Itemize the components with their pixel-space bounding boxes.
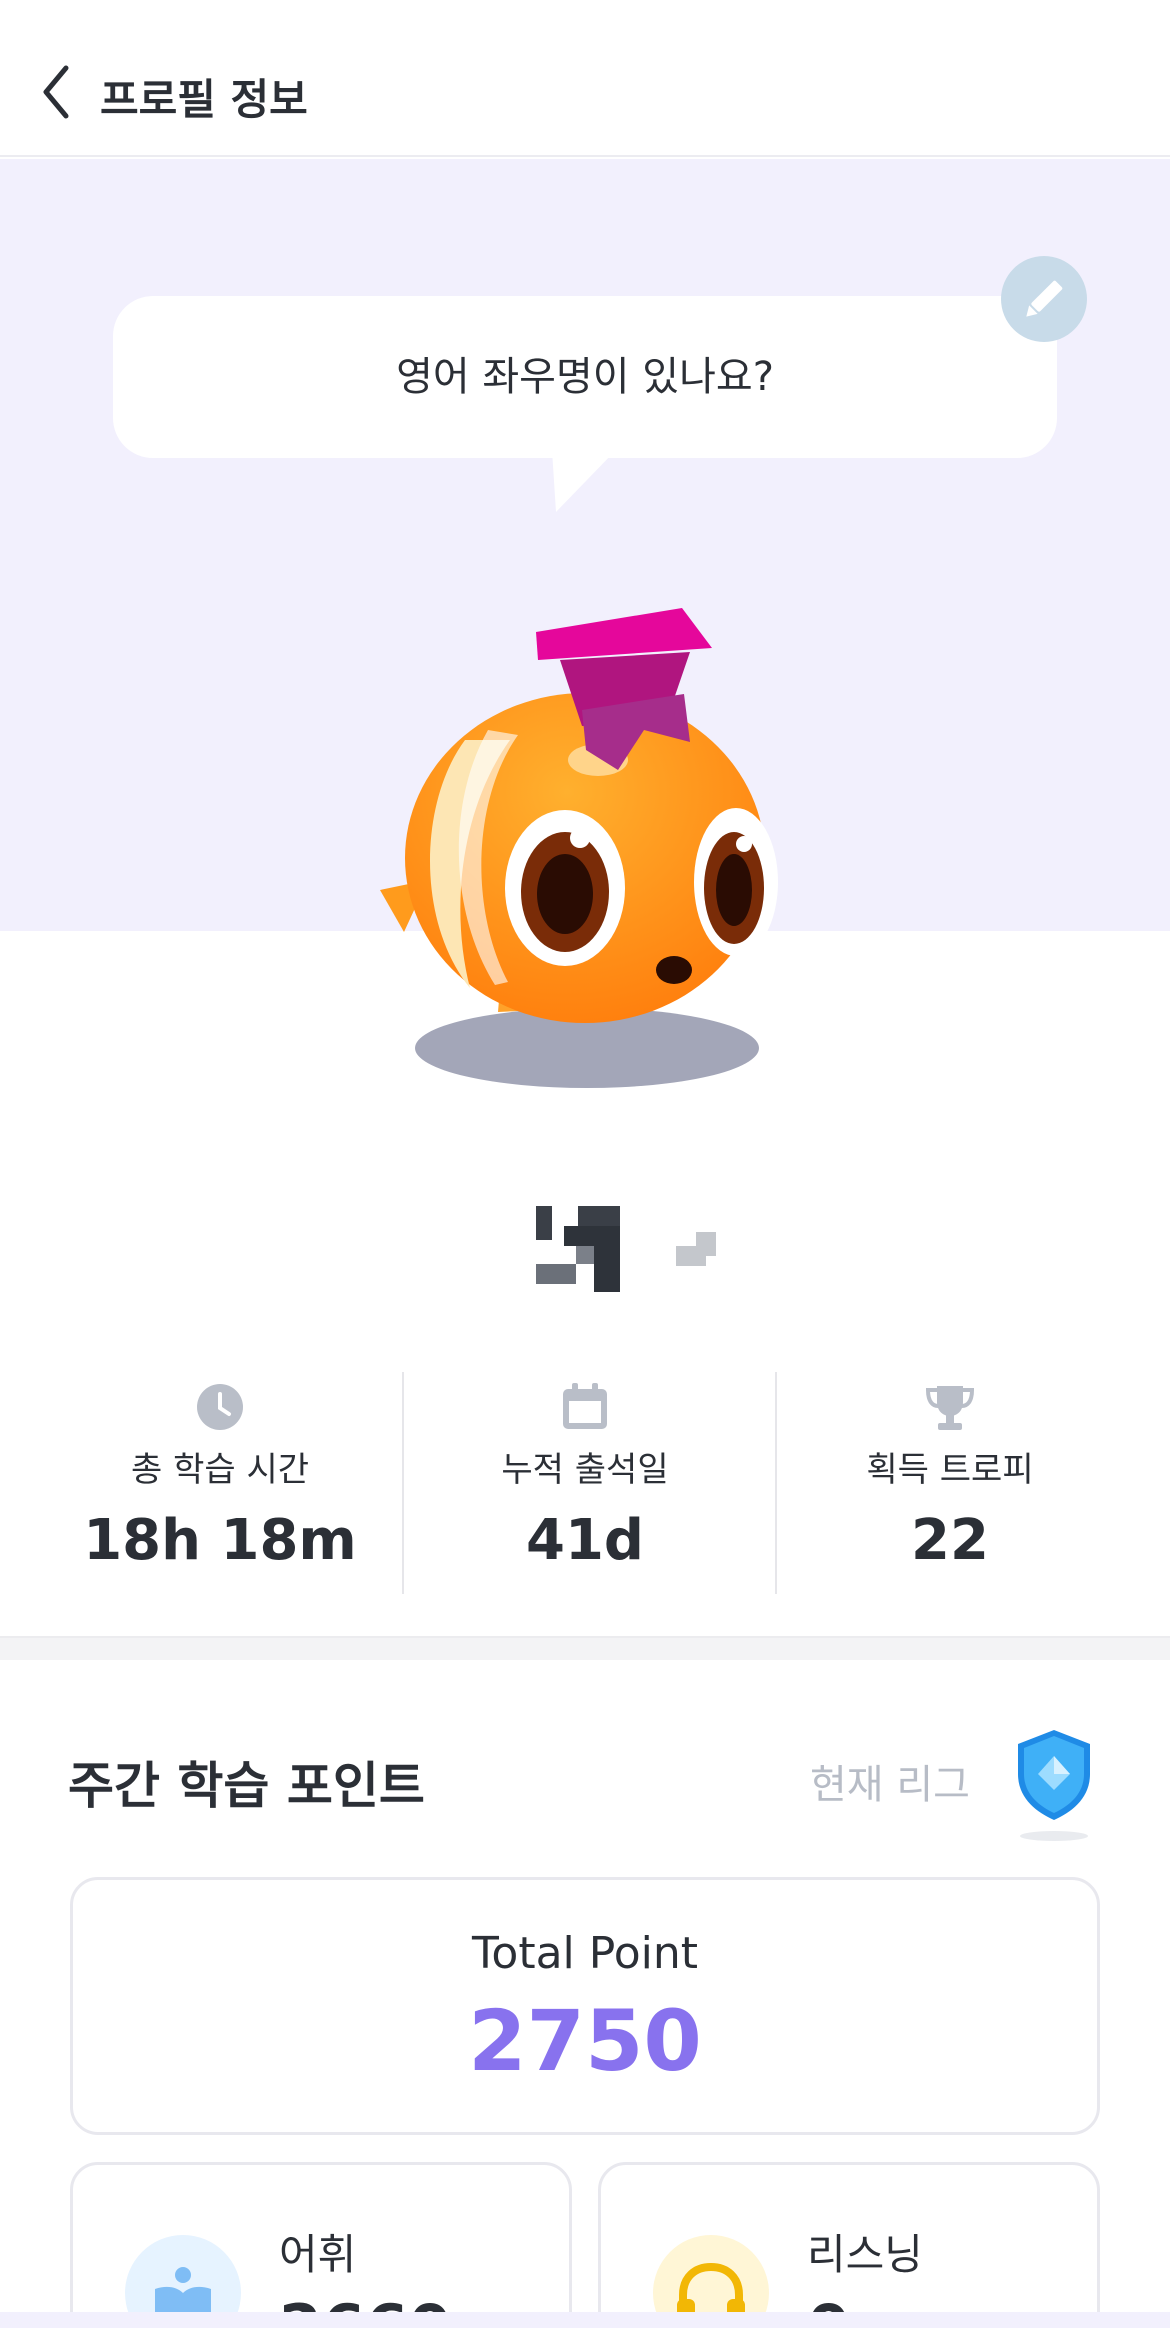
vocabulary-label: 어휘 [279, 2230, 357, 2279]
stat-attendance-days: 누적 출석일 41d [399, 1372, 771, 1594]
listening-points-card[interactable]: 리스닝 0 [598, 2162, 1100, 2328]
trophy-icon [925, 1386, 975, 1430]
stat-total-study-time: 총 학습 시간 18h 18m [34, 1372, 406, 1594]
edit-motto-button[interactable] [1001, 256, 1087, 342]
stat-value: 41d [525, 1508, 644, 1573]
page-title: 프로필 정보 [100, 75, 308, 124]
chevron-left-icon [43, 65, 69, 119]
current-league-label: 현재 리그 [810, 1762, 970, 1808]
top-app-bar: 프로필 정보 [0, 0, 1170, 157]
stat-value: 22 [911, 1508, 989, 1573]
pencil-icon [1026, 280, 1063, 317]
stats-row: 총 학습 시간 18h 18m 누적 출석일 41d 획득 트로피 22 [0, 1372, 1170, 1594]
diamond-shield-icon[interactable] [1014, 1726, 1094, 1844]
total-point-label: Total Point [472, 1928, 698, 1979]
vocabulary-points-card[interactable]: 어휘 2660 [70, 2162, 572, 2328]
stat-value: 18h 18m [83, 1508, 357, 1573]
speech-bubble-tail [552, 450, 616, 512]
calendar-icon [563, 1383, 607, 1429]
username-pixelated [536, 1206, 716, 1292]
stat-label: 획득 트로피 [866, 1450, 1034, 1490]
motto-text: 영어 좌우명이 있나요? [396, 354, 774, 400]
stat-label: 누적 출석일 [501, 1450, 669, 1490]
stat-label: 총 학습 시간 [130, 1450, 309, 1490]
total-point-card: Total Point 2750 [70, 1877, 1100, 2135]
speech-bubble: 영어 좌우명이 있나요? [113, 296, 1057, 458]
fish-avatar-image [380, 608, 778, 1088]
bottom-edge [0, 2312, 1170, 2328]
weekly-points-title: 주간 학습 포인트 [68, 1757, 425, 1815]
total-point-value: 2750 [468, 1992, 702, 2090]
clock-icon [197, 1384, 243, 1430]
section-separator [0, 1636, 1170, 1660]
back-button[interactable] [36, 62, 86, 122]
listening-label: 리스닝 [807, 2230, 923, 2279]
stat-trophies: 획득 트로피 22 [764, 1372, 1136, 1594]
